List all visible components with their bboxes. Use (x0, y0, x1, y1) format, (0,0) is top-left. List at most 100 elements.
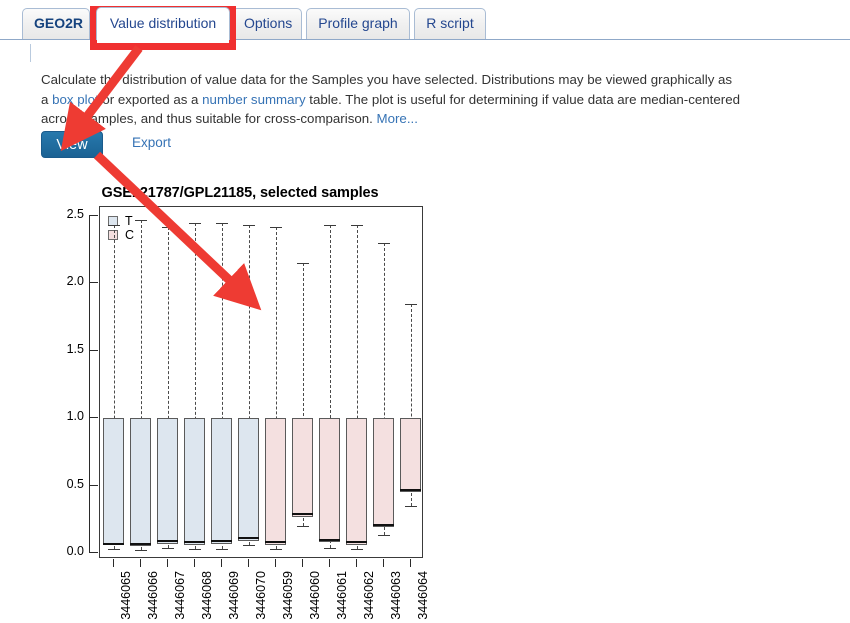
whisker-cap-lower (377, 535, 390, 537)
whisker-cap-lower (215, 548, 228, 550)
box-plot-link[interactable]: box plot (52, 92, 99, 107)
x-tick-mark (166, 559, 168, 567)
legend-label: T (125, 214, 133, 228)
whisker-cap-lower (296, 526, 309, 528)
box-median-line (400, 488, 421, 491)
y-tick-label: 0.5 (66, 476, 84, 491)
box-plot-box (265, 418, 286, 545)
x-tick-label: 3446061 (334, 571, 349, 620)
y-tick-mark (89, 215, 98, 216)
box-median-line (184, 541, 205, 544)
view-button[interactable]: View (41, 131, 103, 158)
whisker-cap-lower (269, 548, 282, 550)
x-tick-mark (301, 559, 303, 567)
box-plot-box (373, 418, 394, 528)
y-tick-mark (89, 417, 98, 419)
x-tick-label: 3446064 (415, 571, 430, 620)
whisker-cap-upper (269, 226, 282, 228)
box-median-line (373, 523, 394, 526)
tab-r-script[interactable]: R script (414, 8, 486, 39)
plot-title: GSE121787/GPL21185, selected samples (101, 185, 379, 201)
x-tick-mark (112, 559, 114, 567)
whisker-cap-lower (350, 548, 363, 550)
geo2r-value-distribution-page: GEO2R Value distribution Options Profile gr… (0, 0, 850, 623)
whisker-cap-lower (134, 550, 147, 552)
box-plot-box (319, 418, 340, 543)
box-median-line (265, 541, 286, 544)
box-median-line (319, 538, 340, 541)
x-tick-mark (409, 559, 411, 567)
y-axis-line (89, 215, 90, 552)
description-paragraph: Calculate the distribution of value data… (41, 70, 741, 129)
tab-options[interactable]: Options (232, 8, 302, 39)
y-tick-label: 1.5 (66, 341, 84, 356)
tab-profile-graph[interactable]: Profile graph (306, 8, 410, 39)
whisker-cap-upper (242, 225, 255, 227)
x-tick-label: 3446063 (388, 571, 403, 620)
legend-item: C (108, 228, 134, 242)
box-plot-box (103, 418, 124, 545)
export-link[interactable]: Export (132, 135, 171, 150)
box-plot-box (184, 418, 205, 545)
y-tick-label: 0.0 (66, 544, 84, 558)
x-tick-label: 3446060 (307, 571, 322, 620)
box-plot-box (130, 418, 151, 547)
whisker-cap-upper (107, 225, 120, 227)
whisker-cap-upper (377, 242, 390, 244)
box-median-line (157, 539, 178, 542)
x-tick-mark (193, 559, 195, 567)
whisker-cap-upper (134, 220, 147, 222)
box-plot-box (157, 418, 178, 544)
box-median-line (211, 539, 232, 542)
tab-geo2r[interactable]: GEO2R (22, 8, 90, 39)
x-tick-mark (247, 559, 249, 567)
content-left-rule (30, 44, 31, 62)
whisker-cap-lower (188, 548, 201, 550)
whisker-cap-upper (323, 225, 336, 227)
x-tick-label: 3446062 (361, 571, 376, 620)
y-tick-mark (89, 282, 98, 284)
x-tick-mark (382, 559, 384, 567)
description-text-part2: or exported as a (98, 91, 203, 107)
whisker-cap-lower (242, 544, 255, 546)
x-tick-label: 3446068 (199, 571, 214, 620)
value-distribution-plot: GSE121787/GPL21185, selected samples TC … (0, 175, 500, 623)
box-median-line (238, 537, 259, 540)
y-tick-label: 2.0 (66, 274, 84, 289)
x-tick-label: 3446065 (118, 571, 133, 620)
box-plot-box (238, 418, 259, 541)
whisker-cap-upper (350, 225, 363, 227)
box-median-line (346, 541, 367, 544)
whisker-cap-upper (188, 222, 201, 224)
x-tick-label: 3446067 (172, 571, 187, 620)
plot-frame: TC (99, 206, 423, 558)
legend-label: C (125, 228, 135, 242)
whisker-cap-lower (404, 505, 417, 507)
x-tick-mark (328, 559, 330, 567)
tab-value-distribution[interactable]: Value distribution (96, 7, 230, 40)
box-median-line (103, 542, 124, 545)
box-plot-box (211, 418, 232, 544)
x-tick-mark (355, 559, 357, 567)
x-tick-mark (274, 559, 276, 567)
box-median-line (292, 512, 313, 515)
x-tick-label: 3446059 (280, 571, 295, 620)
number-summary-link[interactable]: number summary (202, 92, 305, 107)
x-tick-label: 3446066 (145, 571, 160, 620)
whisker-cap-lower (323, 547, 336, 549)
plot-legend: TC (108, 214, 134, 242)
y-tick-mark (89, 349, 98, 351)
box-plot-box (292, 418, 313, 517)
box-plot-box (346, 418, 367, 545)
y-tick-mark (89, 484, 98, 486)
more-link[interactable]: More... (377, 111, 418, 126)
y-tick-label: 1.0 (66, 409, 84, 424)
tab-bar: GEO2R Value distribution Options Profile gr… (0, 0, 850, 44)
whisker-cap-upper (404, 303, 417, 305)
x-tick-label: 3446069 (226, 571, 241, 620)
y-tick-mark (89, 552, 98, 553)
whisker-cap-lower (107, 548, 120, 550)
box-median-line (130, 542, 151, 545)
y-tick-label: 2.5 (66, 207, 84, 221)
x-tick-mark (220, 559, 222, 567)
